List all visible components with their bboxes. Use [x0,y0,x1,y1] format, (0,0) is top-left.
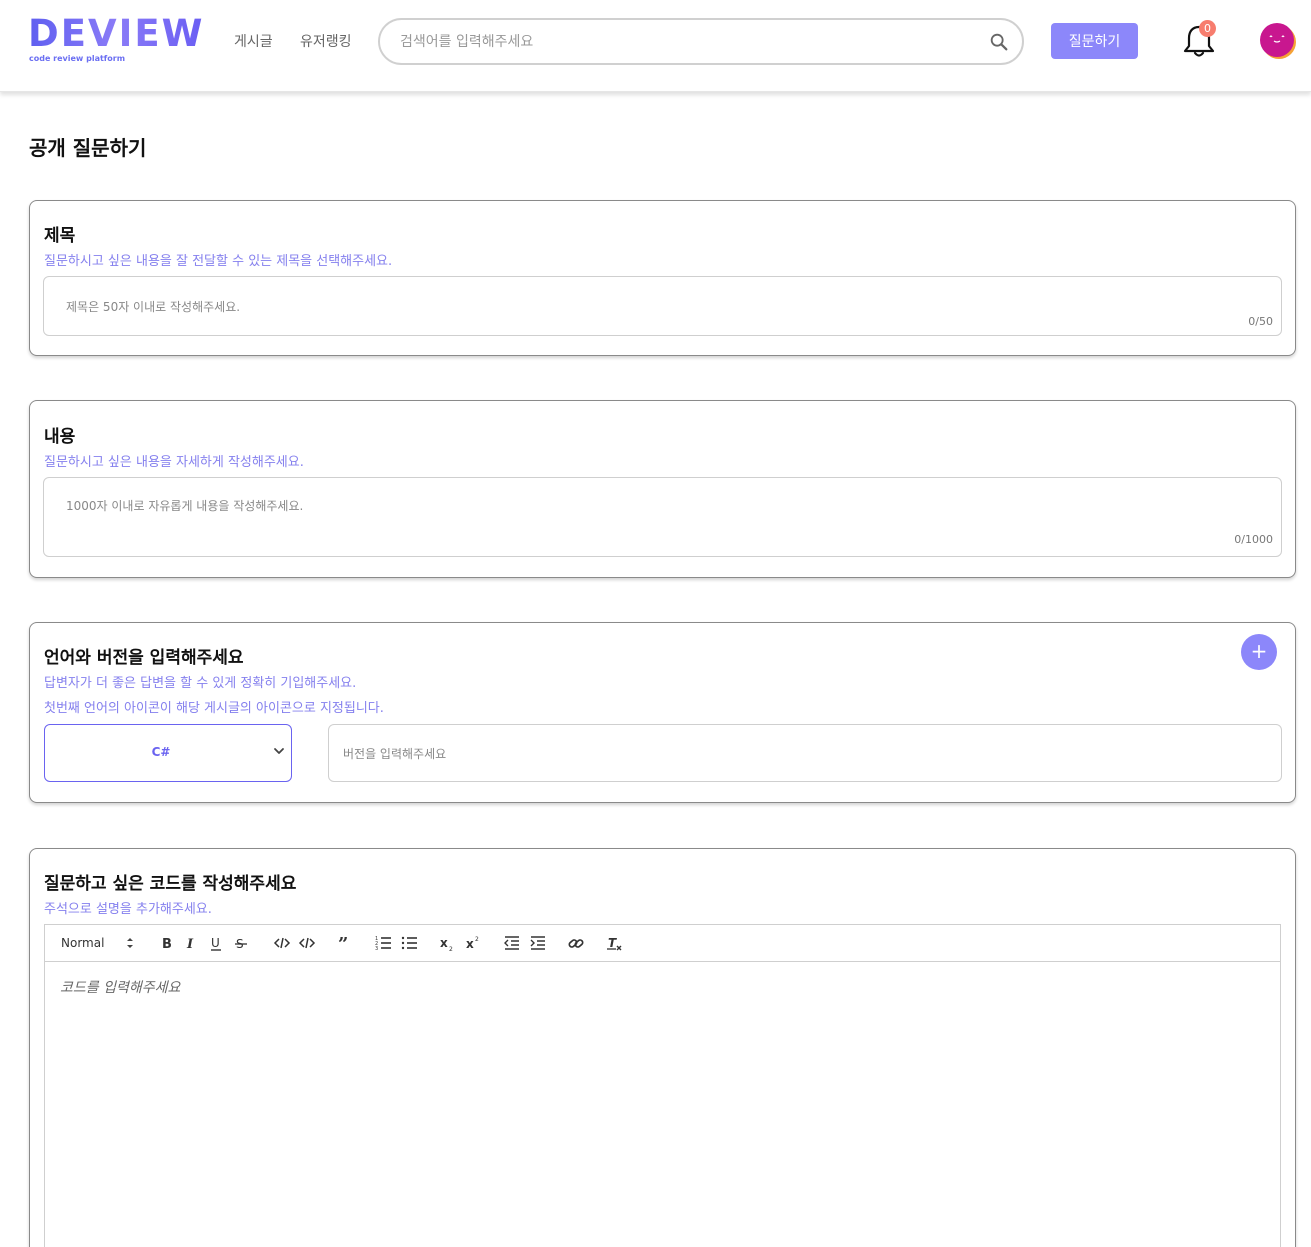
svg-text:x: x [440,936,448,950]
language-description-2: 첫번째 언어의 아이콘이 해당 게시글의 아이콘으로 지정됩니다. [44,701,384,716]
title-card: 제목 질문하시고 싶은 내용을 잘 전달할 수 있는 제목을 선택해주세요. 0… [29,200,1296,356]
version-field [328,724,1282,782]
content-description: 질문하시고 싶은 내용을 자세하게 작성해주세요. [44,455,304,470]
add-language-button[interactable]: + [1241,634,1277,670]
ordered-list-icon[interactable]: 123 [375,934,393,952]
subscript-icon[interactable]: x2 [439,934,457,952]
code-heading: 질문하고 싶은 코드를 작성해주세요 [44,874,297,894]
link-icon[interactable] [567,934,585,952]
language-heading: 언어와 버전을 입력해주세요 [44,648,244,668]
content-char-counter: 0/1000 [1234,533,1273,546]
title-heading: 제목 [44,226,76,246]
language-card: 언어와 버전을 입력해주세요 답변자가 더 좋은 답변을 할 수 있게 정확히 … [29,622,1296,803]
svg-text:2: 2 [449,946,453,952]
code-editor-placeholder: 코드를 입력해주세요 [60,980,181,996]
superscript-icon[interactable]: x2 [465,934,483,952]
svg-text:x: x [466,937,474,951]
top-header: DEVIEW code review platform 게시글 유저랭킹 질문하… [0,0,1311,92]
strikethrough-icon[interactable]: S [234,934,250,952]
svg-text:U: U [211,936,220,950]
code-block-icon[interactable] [298,934,316,952]
content-textarea[interactable] [66,497,1216,537]
language-select[interactable]: C# [44,724,292,782]
underline-icon[interactable]: U [209,934,225,952]
content-card: 내용 질문하시고 싶은 내용을 자세하게 작성해주세요. 0/1000 [29,400,1296,578]
notification-badge: 0 [1199,20,1216,37]
title-char-counter: 0/50 [1248,315,1273,328]
version-input[interactable] [343,744,1243,764]
nav-posts[interactable]: 게시글 [234,31,273,51]
italic-icon[interactable]: I [184,934,200,952]
title-field: 0/50 [43,276,1282,336]
page-title: 공개 질문하기 [29,136,147,160]
outdent-icon[interactable] [503,934,521,952]
search-input[interactable] [400,30,960,54]
indent-icon[interactable] [529,934,547,952]
search-bar [378,18,1024,65]
user-avatar[interactable] [1259,22,1297,60]
deview-logo[interactable]: DEVIEW code review platform [28,14,208,66]
clear-formatting-icon[interactable]: T [606,934,624,952]
search-icon[interactable] [988,31,1010,53]
editor-toolbar: Normal B I U S ” 123 x2 x2 T [44,924,1281,962]
chevron-down-icon [274,748,284,754]
format-select[interactable]: Normal [61,934,104,952]
language-select-value: C# [151,745,171,759]
code-description: 주석으로 설명을 추가해주세요. [44,902,212,917]
content-heading: 내용 [44,427,76,447]
bold-icon[interactable]: B [159,934,175,952]
language-description-1: 답변자가 더 좋은 답변을 할 수 있게 정확히 기입해주세요. [44,676,357,691]
svg-text:B: B [162,937,172,952]
svg-text:T: T [608,936,617,950]
code-editor[interactable]: 코드를 입력해주세요 [44,961,1281,1247]
svg-text:I: I [186,937,194,952]
code-inline-icon[interactable] [273,934,291,952]
title-input[interactable] [66,297,1216,317]
logo-tagline: code review platform [29,54,126,63]
content-field: 0/1000 [43,477,1282,557]
svg-text:3: 3 [375,946,378,952]
ask-question-button[interactable]: 질문하기 [1051,23,1138,59]
svg-text:”: ” [338,934,348,952]
title-description: 질문하시고 싶은 내용을 잘 전달할 수 있는 제목을 선택해주세요. [44,254,393,269]
logo-wordmark: DEVIEW [28,12,205,55]
format-select-value: Normal [61,936,105,950]
bullet-list-icon[interactable] [401,934,419,952]
svg-text:2: 2 [475,936,479,943]
code-card: 질문하고 싶은 코드를 작성해주세요 주석으로 설명을 추가해주세요. Norm… [29,848,1296,1247]
blockquote-icon[interactable]: ” [337,934,355,952]
nav-user-ranking[interactable]: 유저랭킹 [300,31,352,51]
format-select-arrows-icon[interactable] [125,934,135,952]
